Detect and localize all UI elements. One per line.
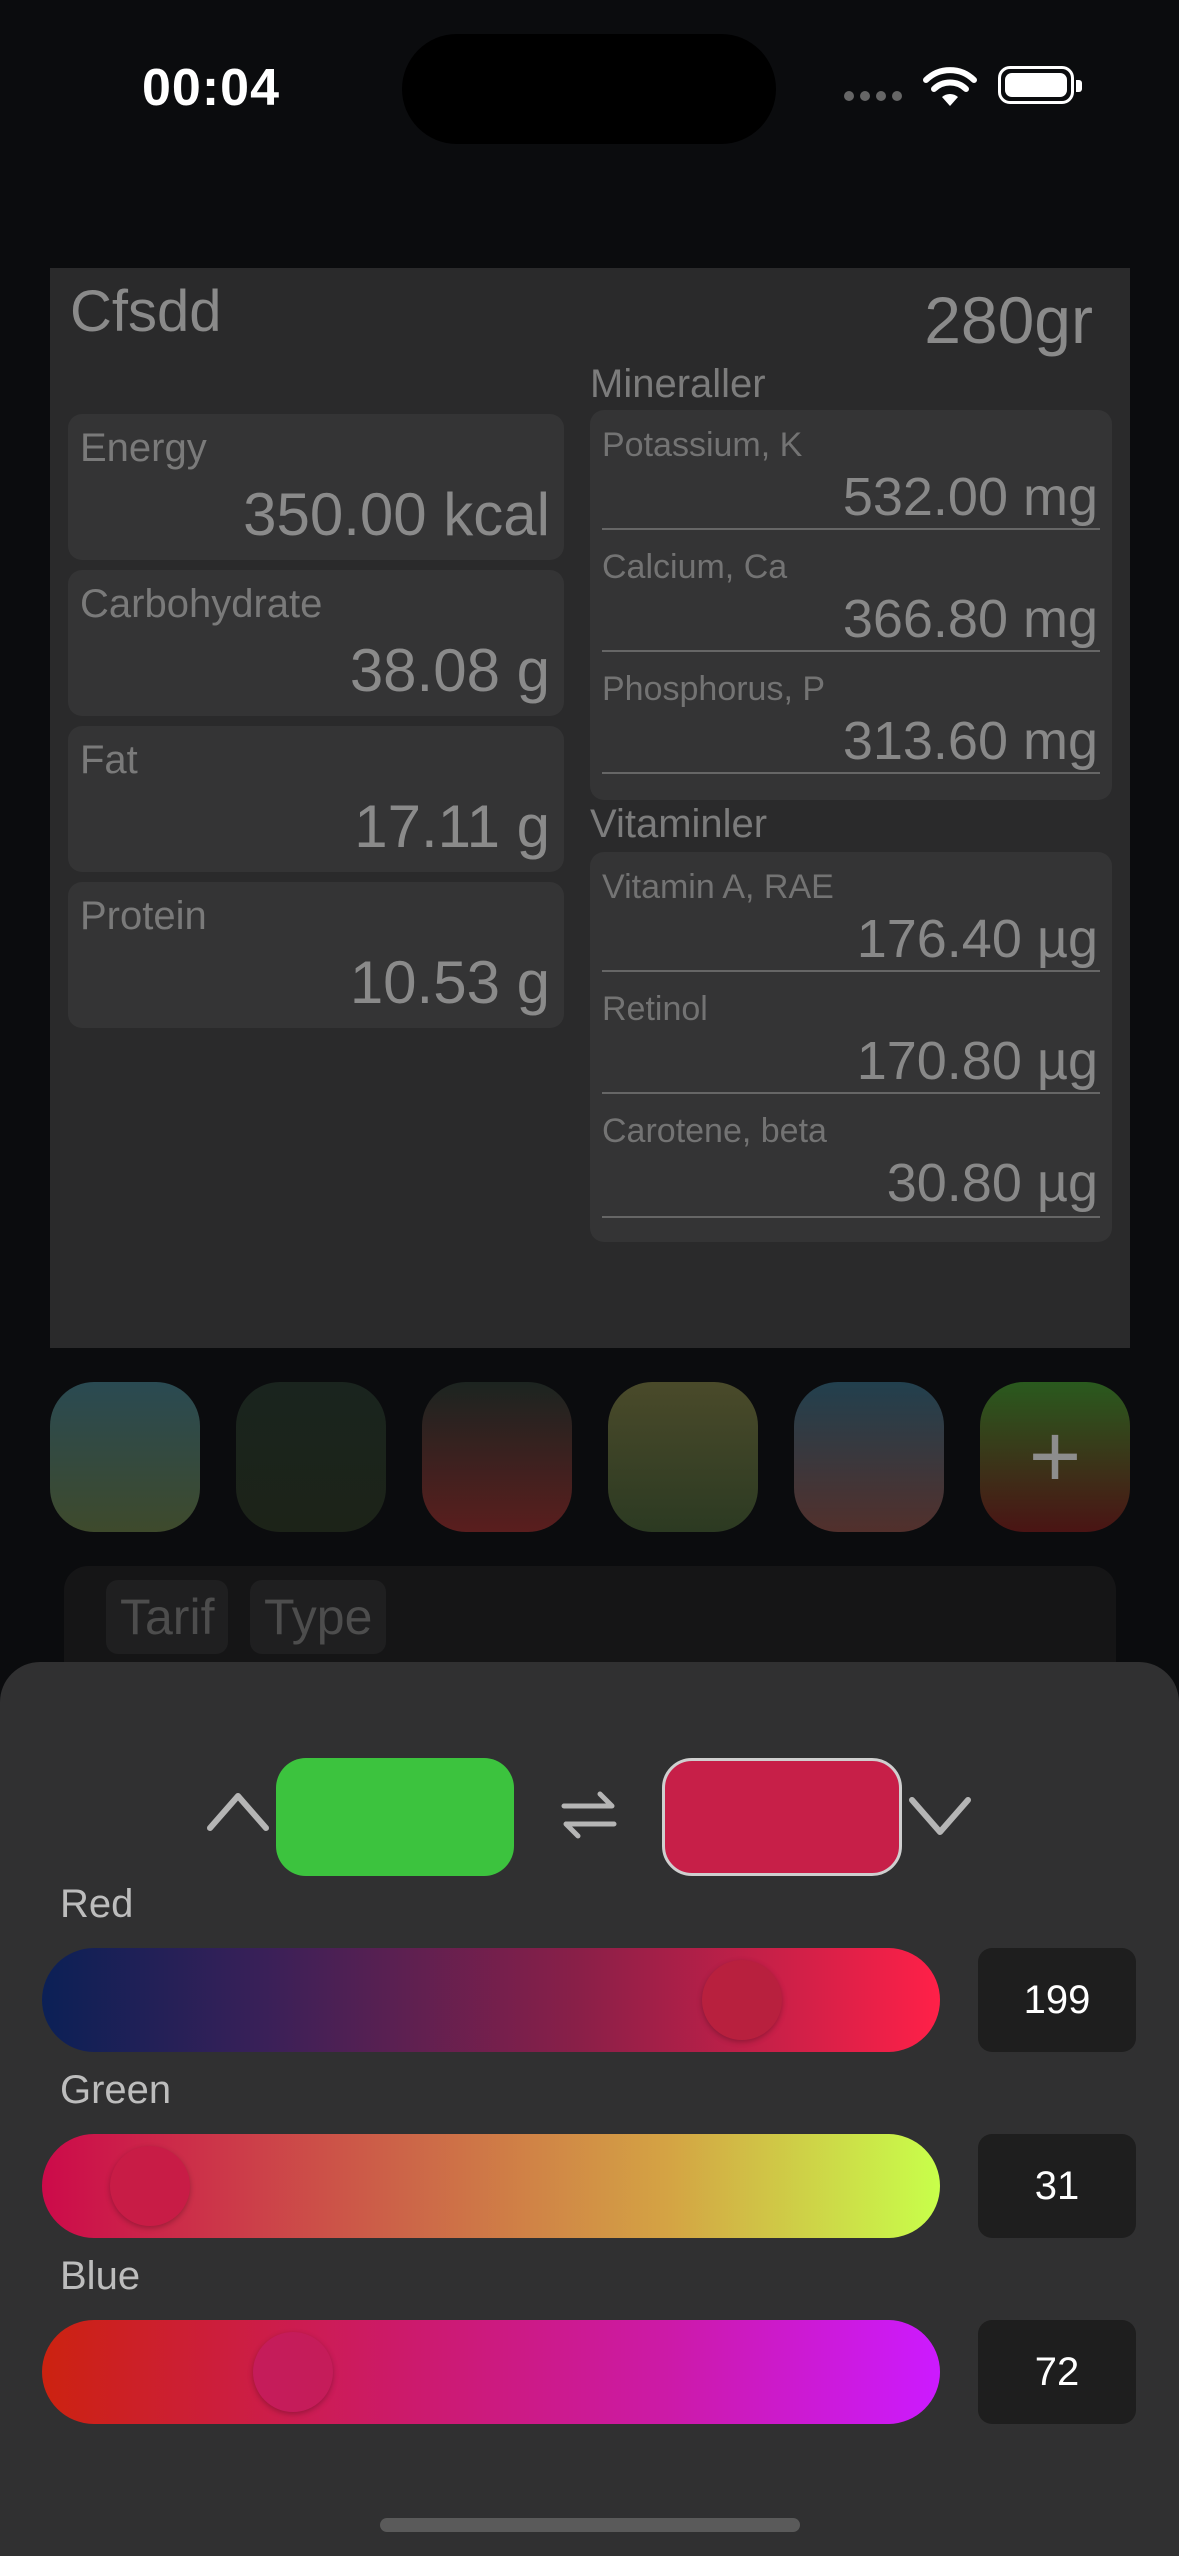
- divider: [602, 970, 1100, 972]
- macro-tile-energy: Energy 350.00 kcal: [68, 414, 564, 560]
- macro-tile-carbohydrate: Carbohydrate 38.08 g: [68, 570, 564, 716]
- status-time: 00:04: [142, 59, 280, 117]
- home-indicator: [380, 2518, 800, 2532]
- macro-value: 10.53 g: [349, 949, 550, 1016]
- divider: [602, 1092, 1100, 1094]
- chevron-up-icon[interactable]: [206, 1790, 270, 1837]
- macro-label: Protein: [80, 894, 207, 938]
- dynamic-island: [402, 34, 776, 144]
- chevron-down-icon[interactable]: [908, 1796, 972, 1843]
- green-slider-knob[interactable]: [110, 2146, 190, 2226]
- macro-value: 17.11 g: [354, 793, 550, 860]
- mineral-label: Phosphorus, P: [602, 670, 826, 708]
- macro-value: 38.08 g: [349, 637, 550, 704]
- add-swatch-button[interactable]: +: [980, 1382, 1130, 1532]
- card-title: Cfsdd: [70, 279, 222, 344]
- blue-slider-knob[interactable]: [253, 2332, 333, 2412]
- vitamins-list: Vitamin A, RAE 176.40 µg Retinol 170.80 …: [590, 852, 1112, 1242]
- vitamins-heading: Vitaminler: [590, 802, 768, 846]
- macro-value: 350.00 kcal: [243, 481, 550, 548]
- card-weight: 280gr: [924, 283, 1093, 357]
- macro-label: Carbohydrate: [80, 582, 323, 626]
- primary-color-chip[interactable]: [276, 1758, 514, 1876]
- blue-value-field[interactable]: 72: [978, 2320, 1136, 2424]
- mineral-label: Potassium, K: [602, 426, 803, 464]
- vitamin-label: Carotene, beta: [602, 1112, 827, 1150]
- minerals-heading: Mineraller: [590, 362, 766, 406]
- color-swatch[interactable]: [422, 1382, 572, 1532]
- tab-tarif[interactable]: Tarif: [106, 1580, 229, 1654]
- green-slider[interactable]: [42, 2134, 940, 2238]
- mineral-value: 532.00 mg: [842, 467, 1098, 527]
- green-slider-label: Green: [60, 2068, 172, 2112]
- macro-label: Fat: [80, 738, 138, 782]
- color-swatch[interactable]: [608, 1382, 758, 1532]
- red-slider[interactable]: [42, 1948, 940, 2052]
- divider: [602, 650, 1100, 652]
- vitamin-label: Vitamin A, RAE: [602, 868, 834, 906]
- macro-tile-fat: Fat 17.11 g: [68, 726, 564, 872]
- green-value-field[interactable]: 31: [978, 2134, 1136, 2238]
- divider: [602, 772, 1100, 774]
- mineral-value: 313.60 mg: [842, 711, 1098, 771]
- red-value-field[interactable]: 199: [978, 1948, 1136, 2052]
- macro-label: Energy: [80, 426, 207, 470]
- swap-arrows-icon[interactable]: [558, 1784, 620, 1851]
- mineral-value: 366.80 mg: [842, 589, 1098, 649]
- vitamin-label: Retinol: [602, 990, 708, 1028]
- color-swatch[interactable]: [794, 1382, 944, 1532]
- tab-type[interactable]: Type: [250, 1580, 387, 1654]
- minerals-list: Potassium, K 532.00 mg Calcium, Ca 366.8…: [590, 410, 1112, 800]
- vitamin-value: 176.40 µg: [856, 909, 1098, 969]
- wifi-icon: [922, 66, 978, 113]
- battery-icon: [998, 66, 1082, 104]
- macro-tile-protein: Protein 10.53 g: [68, 882, 564, 1028]
- color-swatch[interactable]: [50, 1382, 200, 1532]
- mineral-label: Calcium, Ca: [602, 548, 788, 586]
- secondary-color-chip[interactable]: [662, 1758, 902, 1876]
- divider: [602, 1216, 1100, 1218]
- cellular-signal-icon: [844, 88, 908, 106]
- divider: [602, 528, 1100, 530]
- red-slider-label: Red: [60, 1882, 134, 1926]
- vitamin-value: 170.80 µg: [856, 1031, 1098, 1091]
- vitamin-value: 30.80 µg: [886, 1153, 1098, 1213]
- red-slider-knob[interactable]: [702, 1960, 782, 2040]
- blue-slider[interactable]: [42, 2320, 940, 2424]
- plus-icon: +: [1028, 1406, 1082, 1507]
- blue-slider-label: Blue: [60, 2254, 141, 2298]
- color-swatch[interactable]: [236, 1382, 386, 1532]
